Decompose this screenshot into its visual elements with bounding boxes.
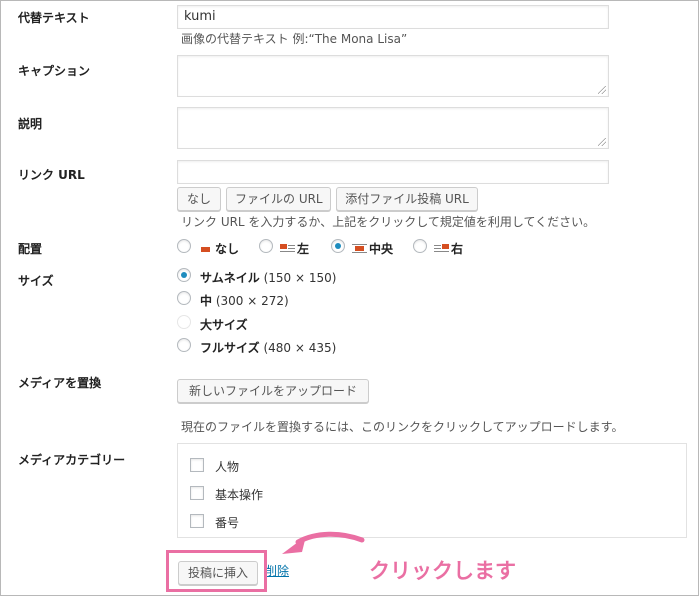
link-url-label: リンク URL [18,168,85,182]
align-center-icon [352,244,367,254]
category-label-people[interactable]: 人物 [215,458,239,475]
alt-text-value: kumi [184,9,216,24]
category-label-number[interactable]: 番号 [215,514,239,531]
highlight-box [166,550,267,592]
delete-link[interactable]: 削除 [265,562,289,579]
align-left-label: 左 [297,242,310,256]
align-right-option[interactable]: 右 [434,240,463,257]
size-medium-option[interactable]: 中 (300 × 272) [200,292,289,309]
link-url-input[interactable] [177,160,609,184]
size-full-option[interactable]: フルサイズ (480 × 435) [200,339,336,356]
align-left-icon [280,244,295,254]
size-thumbnail-label: サムネイル [200,271,260,285]
align-none-radio[interactable] [177,239,191,253]
alignment-label: 配置 [18,242,43,256]
annotation-arrow-icon [282,531,365,554]
align-center-radio[interactable] [331,239,345,253]
link-url-hint: リンク URL を入力するか、上記をクリックして規定値を利用してください。 [181,215,596,229]
size-full-radio[interactable] [177,338,191,352]
align-center-option[interactable]: 中央 [352,240,393,257]
align-right-radio[interactable] [413,239,427,253]
replace-media-hint: 現在のファイルを置換するには、このリンクをクリックしてアップロードします。 [181,420,624,434]
align-left-radio[interactable] [259,239,273,253]
size-thumbnail-dims: (150 × 150) [263,271,337,285]
resize-grip-icon[interactable] [598,86,606,94]
upload-new-file-button[interactable]: 新しいファイルをアップロード [177,379,369,403]
alt-text-hint: 画像の代替テキスト 例:“The Mona Lisa” [181,32,408,46]
link-none-button[interactable]: なし [177,187,221,211]
size-medium-radio[interactable] [177,291,191,305]
link-file-url-button[interactable]: ファイルの URL [226,187,331,211]
size-thumbnail-option[interactable]: サムネイル (150 × 150) [200,269,336,286]
link-attachment-url-button[interactable]: 添付ファイル投稿 URL [336,187,478,211]
size-label: サイズ [18,274,54,288]
size-thumbnail-radio[interactable] [177,268,191,282]
category-checkbox-basic-ops[interactable] [190,486,204,500]
resize-grip-icon[interactable] [598,138,606,146]
caption-label: キャプション [18,64,91,78]
align-center-label: 中央 [369,242,394,256]
size-full-dims: (480 × 435) [263,341,337,355]
size-large-radio [177,315,191,329]
size-full-label: フルサイズ [200,341,260,355]
align-none-label: なし [215,242,240,256]
size-medium-label: 中 [200,294,213,308]
alt-text-input[interactable]: kumi [177,5,609,29]
annotation-text: クリックします [369,559,516,583]
align-right-icon [434,244,449,254]
category-checkbox-number[interactable] [190,514,204,528]
category-label-basic-ops[interactable]: 基本操作 [215,486,263,503]
description-label: 説明 [18,117,43,131]
size-large-label: 大サイズ [200,318,248,332]
category-checkbox-people[interactable] [190,458,204,472]
align-none-icon [198,244,213,254]
media-category-list: 人物 基本操作 番号 [177,443,687,538]
replace-media-label: メディアを置換 [18,376,102,390]
align-right-label: 右 [451,242,464,256]
caption-textarea[interactable] [177,55,609,97]
align-left-option[interactable]: 左 [280,240,309,257]
media-category-label: メディアカテゴリー [18,453,126,467]
size-medium-dims: (300 × 272) [215,294,289,308]
size-large-option: 大サイズ [200,316,248,333]
description-textarea[interactable] [177,107,609,149]
alt-text-label: 代替テキスト [18,11,90,25]
align-none-option[interactable]: なし [198,240,239,257]
